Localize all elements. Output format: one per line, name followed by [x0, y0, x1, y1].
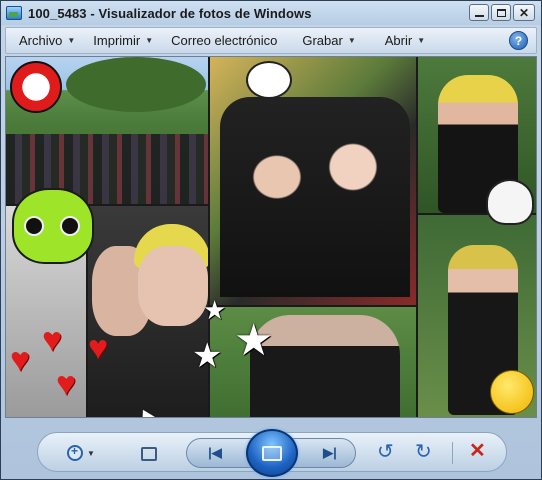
- chevron-down-icon: ▼: [347, 36, 356, 45]
- tree-shape: [66, 57, 206, 112]
- heart-sticker-icon: ♥: [56, 365, 77, 403]
- photo-viewer-app-icon: [6, 6, 22, 20]
- rotate-counterclockwise-button[interactable]: ↺: [377, 442, 394, 462]
- menu-imprimir-label: Imprimir: [93, 33, 141, 48]
- menu-imprimir[interactable]: Imprimir ▼: [93, 28, 153, 53]
- title-bar: 100_5483 - Visualizador de fotos de Wind…: [1, 1, 541, 25]
- star-sticker-icon: ★: [234, 316, 274, 365]
- menu-grabar[interactable]: Grabar ▼: [302, 28, 355, 53]
- rotate-clockwise-icon: ↻: [415, 441, 432, 463]
- photo-display[interactable]: ♥ ♥ ♥ ♥ ★ ★ ★: [5, 56, 537, 418]
- menu-abrir[interactable]: Abrir ▼: [385, 28, 425, 53]
- alien-eye: [60, 216, 80, 236]
- window-title: 100_5483 - Visualizador de fotos de Wind…: [28, 5, 312, 21]
- people-shape: [220, 97, 410, 297]
- rotate-clockwise-button[interactable]: ↻: [415, 442, 432, 462]
- menu-archivo[interactable]: Archivo ▼: [19, 28, 75, 53]
- chevron-down-icon: ▼: [145, 36, 154, 45]
- star-sticker-icon: ★: [192, 337, 223, 375]
- actual-size-button[interactable]: [141, 447, 157, 461]
- maximize-button[interactable]: [491, 4, 511, 21]
- help-button[interactable]: ?: [509, 31, 528, 50]
- previous-icon: |◀: [208, 445, 222, 460]
- close-button[interactable]: ✕: [513, 4, 535, 21]
- zoom-icon: [67, 444, 83, 461]
- smiley-sticker-icon: [490, 370, 534, 414]
- help-icon: ?: [514, 33, 523, 48]
- ghost-sticker-icon: [486, 179, 534, 225]
- slideshow-button[interactable]: [246, 429, 298, 477]
- previous-button[interactable]: |◀: [204, 444, 226, 462]
- close-icon: ✕: [518, 5, 530, 20]
- next-button[interactable]: ▶|: [319, 444, 341, 462]
- toolbar-divider: [452, 442, 453, 464]
- next-icon: ▶|: [323, 445, 337, 460]
- heart-sticker-icon: ♥: [42, 321, 63, 359]
- window-controls: ✕: [469, 4, 535, 21]
- alien-sticker-icon: [12, 188, 94, 264]
- star-sticker-icon: ★: [203, 295, 227, 325]
- menu-correo[interactable]: Correo electrónico: [171, 28, 277, 53]
- hello-kitty-sticker-icon: [246, 61, 292, 99]
- menu-archivo-label: Archivo: [19, 33, 63, 48]
- maximize-icon: [496, 8, 506, 17]
- photo-collage-tile: [88, 206, 208, 417]
- alien-eye: [24, 216, 44, 236]
- zoom-button[interactable]: ▼: [67, 442, 107, 464]
- menu-abrir-label: Abrir: [384, 33, 413, 48]
- menu-grabar-label: Grabar: [302, 33, 343, 48]
- chevron-down-icon: ▼: [67, 36, 76, 45]
- heart-sticker-icon: ♥: [88, 329, 109, 367]
- skull-sticker-icon: [10, 61, 62, 113]
- photo-viewer-window: 100_5483 - Visualizador de fotos de Wind…: [0, 0, 542, 480]
- delete-button[interactable]: ✕: [469, 441, 486, 461]
- delete-icon: ✕: [469, 440, 486, 462]
- heart-sticker-icon: ♥: [10, 341, 31, 379]
- command-bar: Archivo ▼ Imprimir ▼ Correo electrónico …: [5, 27, 537, 54]
- minimize-icon: [474, 15, 484, 17]
- chevron-down-icon: ▼: [87, 448, 95, 458]
- face-shape: [138, 246, 208, 326]
- chevron-down-icon: ▼: [417, 36, 426, 45]
- slideshow-icon: [262, 445, 282, 461]
- rotate-counterclockwise-icon: ↺: [377, 441, 394, 463]
- photo-collage-tile: [210, 57, 416, 305]
- minimize-button[interactable]: [469, 4, 489, 21]
- menu-correo-label: Correo electrónico: [171, 33, 278, 48]
